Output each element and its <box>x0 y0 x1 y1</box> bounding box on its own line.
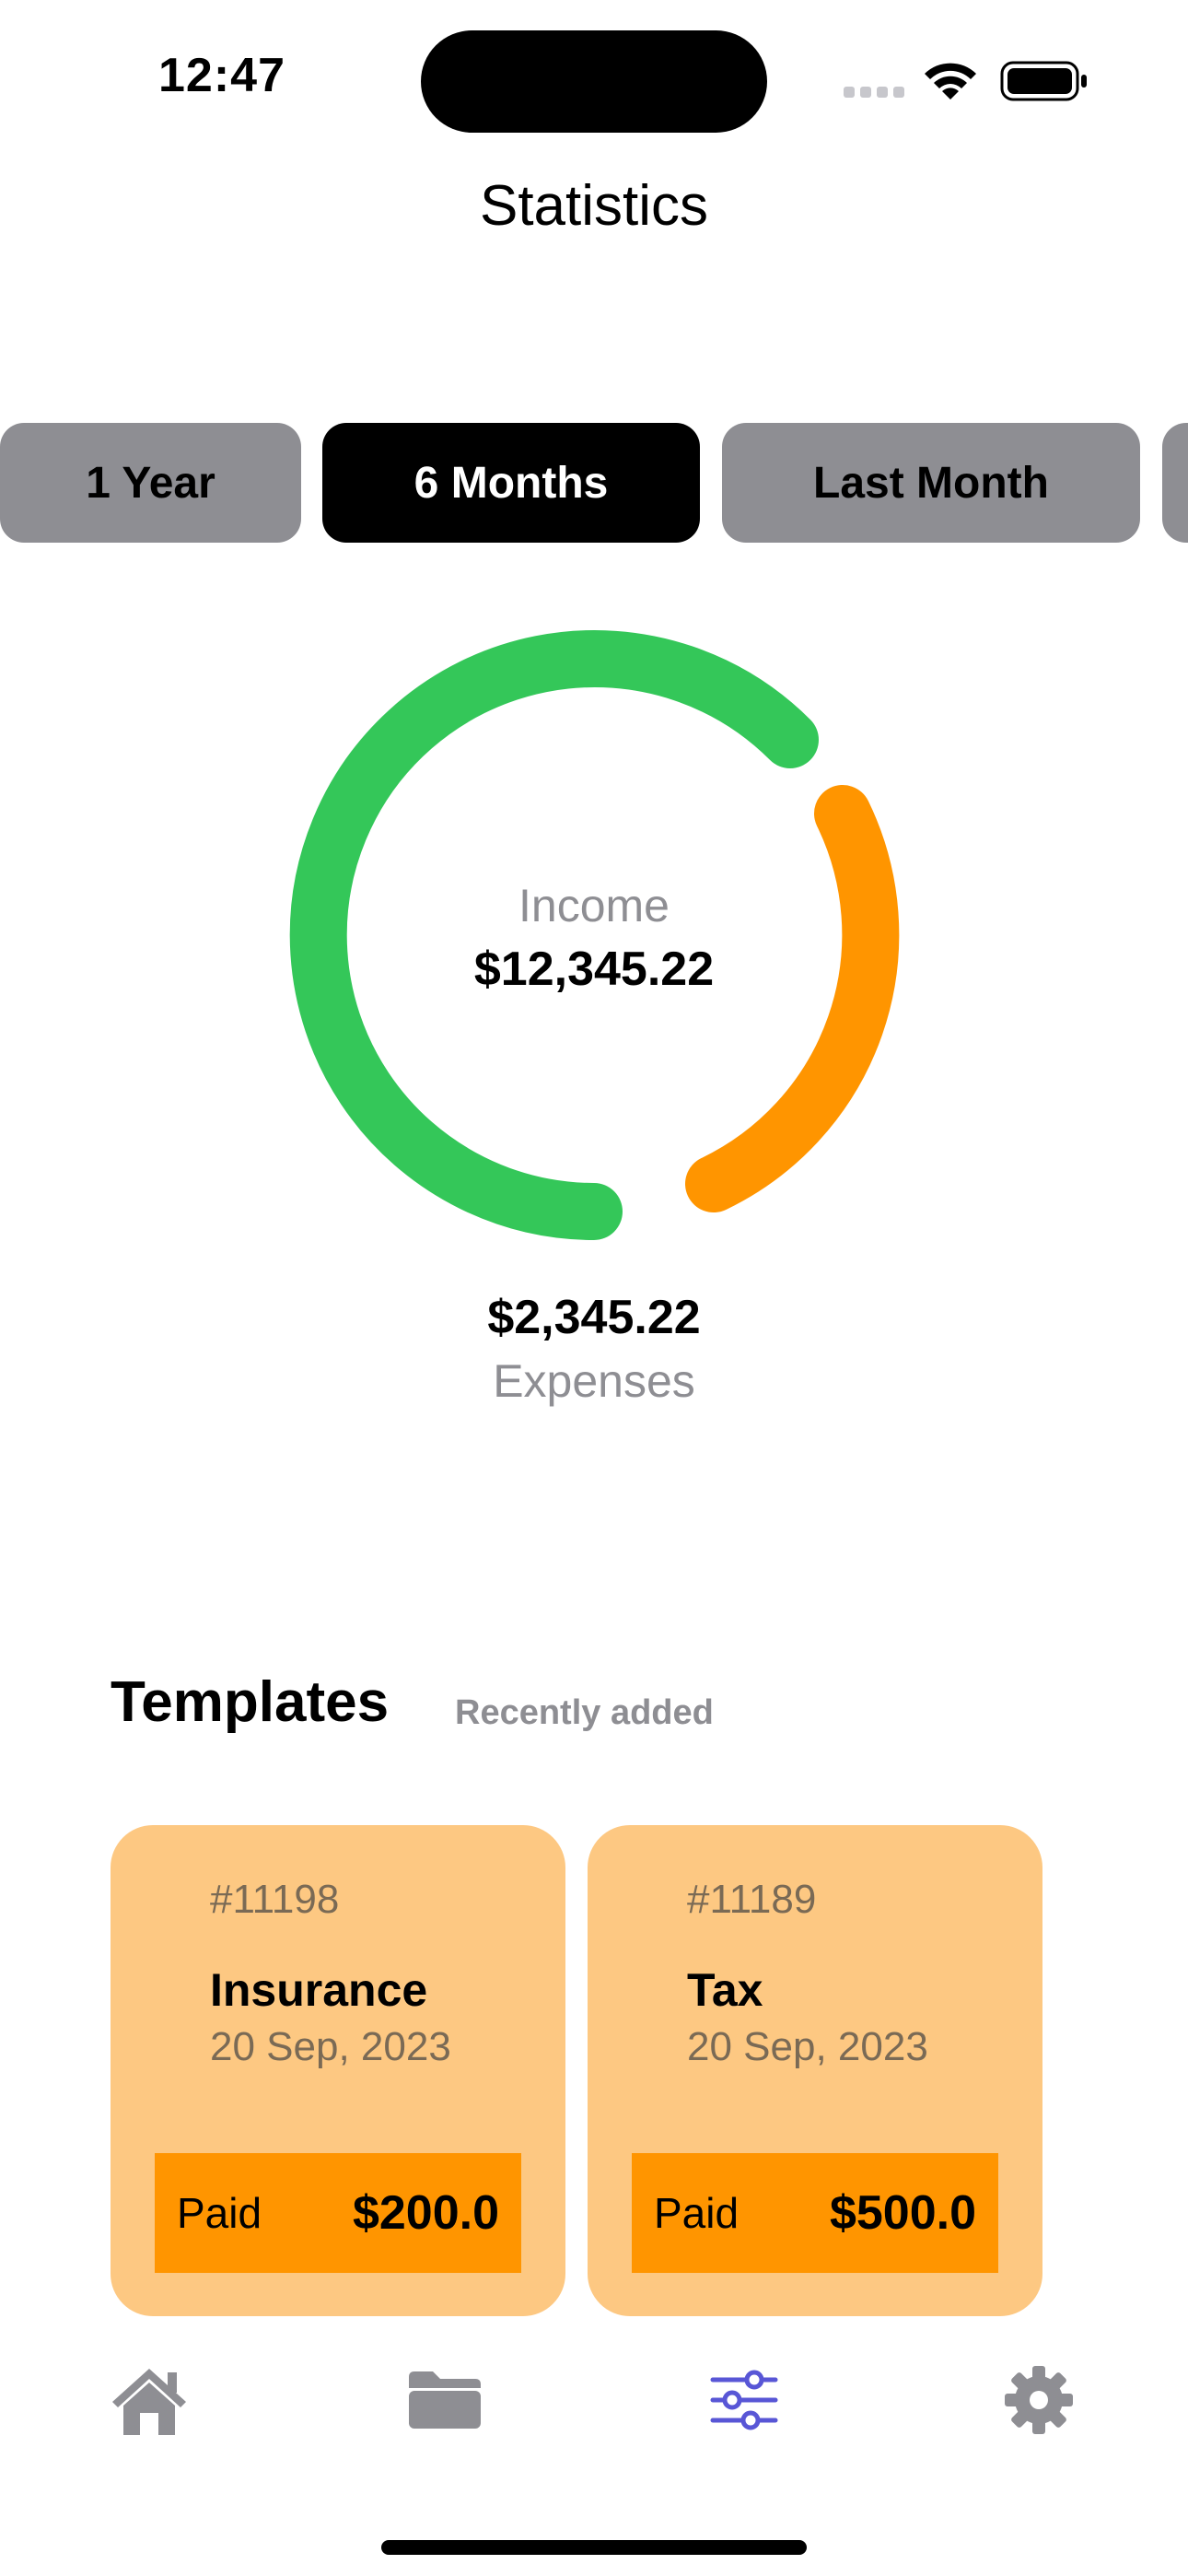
income-arc <box>289 630 819 1240</box>
nav-home[interactable] <box>103 2354 195 2446</box>
payment-amount: $500.0 <box>829 2186 976 2240</box>
template-card[interactable]: #11189 Tax 20 Sep, 2023 Paid $500.0 <box>588 1825 1042 2316</box>
template-payment-bar: Paid $200.0 <box>155 2153 521 2273</box>
tab-last-month[interactable]: Last Month <box>722 423 1140 543</box>
templates-subtitle: Recently added <box>455 1693 714 1732</box>
home-indicator[interactable] <box>381 2540 807 2555</box>
template-date: 20 Sep, 2023 <box>687 2024 928 2069</box>
expenses-label: Expenses <box>493 1355 695 1407</box>
battery-icon <box>1000 61 1087 101</box>
tab-6-months[interactable]: 6 Months <box>322 423 700 543</box>
status-time: 12:47 <box>158 49 285 102</box>
nav-files[interactable] <box>399 2354 491 2446</box>
statistics-screen: 12:47 Statistics 1 Year 6 Months Last Mo… <box>0 0 1188 2576</box>
payment-status: Paid <box>654 2189 740 2237</box>
template-id: #11198 <box>210 1877 340 1922</box>
expenses-value: $2,345.22 <box>487 1291 701 1344</box>
income-label: Income <box>518 880 670 931</box>
tab-more[interactable] <box>1162 423 1188 543</box>
expenses-arc <box>685 785 900 1212</box>
home-icon <box>112 2369 186 2435</box>
template-card[interactable]: #11198 Insurance 20 Sep, 2023 Paid $200.… <box>111 1825 565 2316</box>
folder-icon <box>409 2371 481 2429</box>
template-name: Tax <box>687 1964 763 2016</box>
templates-title: Templates <box>111 1670 390 1734</box>
dynamic-island <box>421 30 767 133</box>
template-date: 20 Sep, 2023 <box>210 2024 451 2069</box>
page-title: Statistics <box>479 174 709 238</box>
wifi-icon <box>925 63 976 100</box>
tab-1-year[interactable]: 1 Year <box>0 423 301 543</box>
payment-amount: $200.0 <box>352 2186 499 2240</box>
nav-statistics[interactable] <box>698 2354 790 2446</box>
cellular-signal-icon <box>844 87 904 98</box>
status-indicators <box>801 0 1188 138</box>
sliders-icon <box>710 2370 778 2430</box>
income-value: $12,345.22 <box>473 943 715 996</box>
nav-settings[interactable] <box>993 2354 1085 2446</box>
gear-icon <box>1005 2366 1073 2434</box>
payment-status: Paid <box>177 2189 262 2237</box>
template-payment-bar: Paid $500.0 <box>632 2153 998 2273</box>
template-name: Insurance <box>210 1964 428 2016</box>
template-id: #11189 <box>687 1877 817 1922</box>
